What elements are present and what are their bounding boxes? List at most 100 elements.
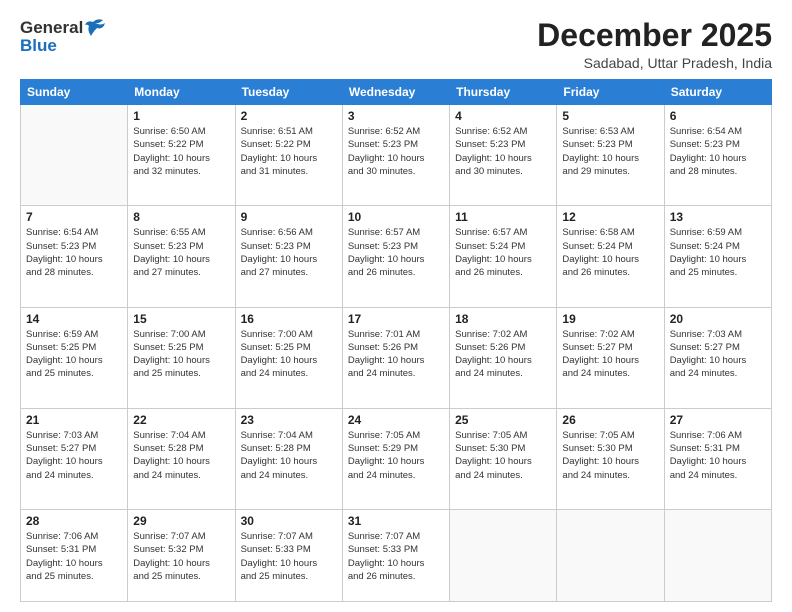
page: General Blue December 2025 Sadabad, Utta… (0, 0, 792, 612)
table-row: 8 Sunrise: 6:55 AM Sunset: 5:23 PM Daylig… (128, 206, 235, 307)
table-row: 11 Sunrise: 6:57 AM Sunset: 5:24 PM Dayli… (450, 206, 557, 307)
col-wednesday: Wednesday (342, 80, 449, 105)
logo-blue-text: Blue (20, 36, 57, 56)
day-info: Sunrise: 6:57 AM Sunset: 5:23 PM Dayligh… (348, 226, 444, 279)
day-info: Sunrise: 6:58 AM Sunset: 5:24 PM Dayligh… (562, 226, 658, 279)
day-number: 30 (241, 514, 337, 528)
table-row: 2 Sunrise: 6:51 AM Sunset: 5:22 PM Daylig… (235, 105, 342, 206)
day-info: Sunrise: 7:00 AM Sunset: 5:25 PM Dayligh… (133, 328, 229, 381)
day-info: Sunrise: 7:04 AM Sunset: 5:28 PM Dayligh… (133, 429, 229, 482)
col-saturday: Saturday (664, 80, 771, 105)
day-info: Sunrise: 6:53 AM Sunset: 5:23 PM Dayligh… (562, 125, 658, 178)
table-row: 17Sunrise: 7:01 AM Sunset: 5:26 PM Dayli… (342, 307, 449, 408)
day-info: Sunrise: 7:02 AM Sunset: 5:26 PM Dayligh… (455, 328, 551, 381)
day-number: 2 (241, 109, 337, 123)
day-number: 28 (26, 514, 122, 528)
calendar-table: Sunday Monday Tuesday Wednesday Thursday… (20, 79, 772, 602)
day-number: 1 (133, 109, 229, 123)
location: Sadabad, Uttar Pradesh, India (537, 55, 772, 71)
day-number: 20 (670, 312, 766, 326)
table-row: 12 Sunrise: 6:58 AM Sunset: 5:24 PM Dayli… (557, 206, 664, 307)
table-row: 1 Sunrise: 6:50 AM Sunset: 5:22 PM Daylig… (128, 105, 235, 206)
table-row: 5 Sunrise: 6:53 AM Sunset: 5:23 PM Daylig… (557, 105, 664, 206)
month-title: December 2025 (537, 18, 772, 53)
table-row (557, 509, 664, 601)
day-number: 25 (455, 413, 551, 427)
day-info: Sunrise: 7:05 AM Sunset: 5:29 PM Dayligh… (348, 429, 444, 482)
day-info: Sunrise: 7:05 AM Sunset: 5:30 PM Dayligh… (562, 429, 658, 482)
day-info: Sunrise: 6:55 AM Sunset: 5:23 PM Dayligh… (133, 226, 229, 279)
col-thursday: Thursday (450, 80, 557, 105)
table-row: 26 Sunrise: 7:05 AM Sunset: 5:30 PM Dayli… (557, 408, 664, 509)
day-info: Sunrise: 6:56 AM Sunset: 5:23 PM Dayligh… (241, 226, 337, 279)
table-row: 13 Sunrise: 6:59 AM Sunset: 5:24 PM Dayli… (664, 206, 771, 307)
day-number: 31 (348, 514, 444, 528)
day-number: 16 (241, 312, 337, 326)
day-info: Sunrise: 6:57 AM Sunset: 5:24 PM Dayligh… (455, 226, 551, 279)
table-row: 27 Sunrise: 7:06 AM Sunset: 5:31 PM Dayli… (664, 408, 771, 509)
day-number: 24 (348, 413, 444, 427)
table-row: 14Sunrise: 6:59 AM Sunset: 5:25 PM Dayli… (21, 307, 128, 408)
table-row: 19 Sunrise: 7:02 AM Sunset: 5:27 PM Dayli… (557, 307, 664, 408)
table-row: 29Sunrise: 7:07 AM Sunset: 5:32 PM Dayli… (128, 509, 235, 601)
day-info: Sunrise: 7:01 AM Sunset: 5:26 PM Dayligh… (348, 328, 444, 381)
table-row: 6Sunrise: 6:54 AM Sunset: 5:23 PM Daylig… (664, 105, 771, 206)
day-info: Sunrise: 7:03 AM Sunset: 5:27 PM Dayligh… (26, 429, 122, 482)
day-info: Sunrise: 7:07 AM Sunset: 5:33 PM Dayligh… (348, 530, 444, 583)
day-number: 12 (562, 210, 658, 224)
table-row: 18 Sunrise: 7:02 AM Sunset: 5:26 PM Dayli… (450, 307, 557, 408)
col-sunday: Sunday (21, 80, 128, 105)
day-info: Sunrise: 7:04 AM Sunset: 5:28 PM Dayligh… (241, 429, 337, 482)
logo-general-text: General (20, 18, 83, 38)
day-info: Sunrise: 6:52 AM Sunset: 5:23 PM Dayligh… (455, 125, 551, 178)
day-number: 21 (26, 413, 122, 427)
day-info: Sunrise: 7:06 AM Sunset: 5:31 PM Dayligh… (670, 429, 766, 482)
logo-bird-icon (85, 18, 107, 38)
day-info: Sunrise: 7:05 AM Sunset: 5:30 PM Dayligh… (455, 429, 551, 482)
day-info: Sunrise: 6:51 AM Sunset: 5:22 PM Dayligh… (241, 125, 337, 178)
table-row: 16 Sunrise: 7:00 AM Sunset: 5:25 PM Dayli… (235, 307, 342, 408)
col-monday: Monday (128, 80, 235, 105)
col-friday: Friday (557, 80, 664, 105)
day-number: 11 (455, 210, 551, 224)
day-number: 10 (348, 210, 444, 224)
day-info: Sunrise: 6:52 AM Sunset: 5:23 PM Dayligh… (348, 125, 444, 178)
day-info: Sunrise: 6:54 AM Sunset: 5:23 PM Dayligh… (26, 226, 122, 279)
day-number: 9 (241, 210, 337, 224)
day-info: Sunrise: 7:02 AM Sunset: 5:27 PM Dayligh… (562, 328, 658, 381)
table-row: 7 Sunrise: 6:54 AM Sunset: 5:23 PM Daylig… (21, 206, 128, 307)
day-info: Sunrise: 7:00 AM Sunset: 5:25 PM Dayligh… (241, 328, 337, 381)
day-number: 5 (562, 109, 658, 123)
table-row: 15 Sunrise: 7:00 AM Sunset: 5:25 PM Dayli… (128, 307, 235, 408)
table-row: 22 Sunrise: 7:04 AM Sunset: 5:28 PM Dayli… (128, 408, 235, 509)
day-info: Sunrise: 7:03 AM Sunset: 5:27 PM Dayligh… (670, 328, 766, 381)
day-number: 6 (670, 109, 766, 123)
day-number: 4 (455, 109, 551, 123)
table-row: 28 Sunrise: 7:06 AM Sunset: 5:31 PM Dayli… (21, 509, 128, 601)
day-number: 13 (670, 210, 766, 224)
day-number: 3 (348, 109, 444, 123)
day-number: 19 (562, 312, 658, 326)
table-row: 9 Sunrise: 6:56 AM Sunset: 5:23 PM Daylig… (235, 206, 342, 307)
table-row: 21 Sunrise: 7:03 AM Sunset: 5:27 PM Dayli… (21, 408, 128, 509)
day-info: Sunrise: 7:06 AM Sunset: 5:31 PM Dayligh… (26, 530, 122, 583)
calendar-header-row: Sunday Monday Tuesday Wednesday Thursday… (21, 80, 772, 105)
day-number: 22 (133, 413, 229, 427)
table-row: 30 Sunrise: 7:07 AM Sunset: 5:33 PM Dayli… (235, 509, 342, 601)
day-number: 15 (133, 312, 229, 326)
day-number: 7 (26, 210, 122, 224)
day-number: 29 (133, 514, 229, 528)
day-info: Sunrise: 7:07 AM Sunset: 5:33 PM Dayligh… (241, 530, 337, 583)
day-number: 14 (26, 312, 122, 326)
table-row: 20 Sunrise: 7:03 AM Sunset: 5:27 PM Dayli… (664, 307, 771, 408)
day-number: 18 (455, 312, 551, 326)
day-info: Sunrise: 6:50 AM Sunset: 5:22 PM Dayligh… (133, 125, 229, 178)
day-number: 8 (133, 210, 229, 224)
header: General Blue December 2025 Sadabad, Utta… (20, 18, 772, 71)
day-number: 26 (562, 413, 658, 427)
day-number: 27 (670, 413, 766, 427)
table-row: 31 Sunrise: 7:07 AM Sunset: 5:33 PM Dayli… (342, 509, 449, 601)
col-tuesday: Tuesday (235, 80, 342, 105)
day-info: Sunrise: 6:59 AM Sunset: 5:24 PM Dayligh… (670, 226, 766, 279)
table-row: 3 Sunrise: 6:52 AM Sunset: 5:23 PM Daylig… (342, 105, 449, 206)
